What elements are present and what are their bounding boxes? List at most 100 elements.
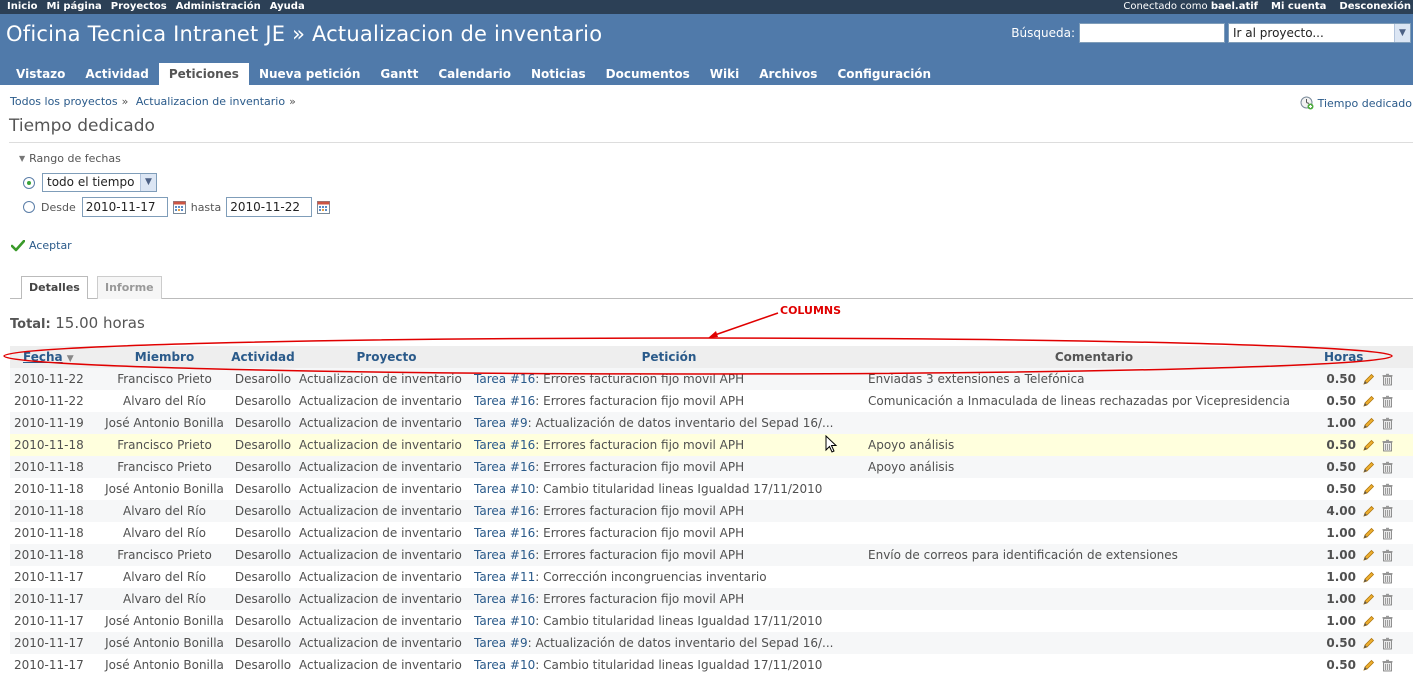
top-link-help[interactable]: Ayuda bbox=[270, 0, 305, 14]
tab-settings[interactable]: Configuración bbox=[827, 63, 941, 85]
edit-pencil-icon[interactable] bbox=[1362, 439, 1375, 452]
col-hours[interactable]: Horas bbox=[1324, 346, 1363, 368]
chevron-down-icon[interactable]: ▼ bbox=[1394, 24, 1410, 42]
edit-pencil-icon[interactable] bbox=[1362, 505, 1375, 518]
issue-link[interactable]: Tarea #10 bbox=[474, 658, 535, 672]
col-member[interactable]: Miembro bbox=[102, 346, 227, 368]
delete-trash-icon[interactable] bbox=[1381, 527, 1394, 540]
col-issue[interactable]: Petición bbox=[474, 346, 864, 368]
breadcrumb-project[interactable]: Actualizacion de inventario bbox=[136, 95, 285, 108]
tab-issues[interactable]: Peticiones bbox=[158, 63, 249, 85]
delete-trash-icon[interactable] bbox=[1381, 549, 1394, 562]
delete-trash-icon[interactable] bbox=[1381, 571, 1394, 584]
delete-trash-icon[interactable] bbox=[1381, 637, 1394, 650]
cell-project[interactable]: Actualizacion de inventario bbox=[299, 588, 474, 610]
delete-trash-icon[interactable] bbox=[1381, 417, 1394, 430]
issue-link[interactable]: Tarea #16 bbox=[474, 548, 535, 562]
calendar-icon[interactable] bbox=[317, 200, 331, 214]
to-date-input[interactable]: 2010-11-22 bbox=[226, 197, 313, 217]
tab-calendar[interactable]: Calendario bbox=[428, 63, 521, 85]
tab-gantt[interactable]: Gantt bbox=[370, 63, 428, 85]
edit-pencil-icon[interactable] bbox=[1362, 659, 1375, 672]
breadcrumb-all-projects[interactable]: Todos los proyectos bbox=[10, 95, 118, 108]
cell-project[interactable]: Actualizacion de inventario bbox=[299, 390, 474, 412]
issue-link[interactable]: Tarea #11 bbox=[474, 570, 535, 584]
collapse-triangle-icon[interactable]: ▼ bbox=[19, 154, 25, 163]
issue-link[interactable]: Tarea #9 bbox=[474, 416, 528, 430]
cell-project[interactable]: Actualizacion de inventario bbox=[299, 610, 474, 632]
edit-pencil-icon[interactable] bbox=[1362, 615, 1375, 628]
tab-news[interactable]: Noticias bbox=[521, 63, 596, 85]
delete-trash-icon[interactable] bbox=[1381, 483, 1394, 496]
chevron-down-icon[interactable]: ▼ bbox=[140, 174, 156, 191]
edit-pencil-icon[interactable] bbox=[1362, 373, 1375, 386]
issue-link[interactable]: Tarea #10 bbox=[474, 482, 535, 496]
top-link-administration[interactable]: Administración bbox=[176, 0, 261, 14]
cell-project[interactable]: Actualizacion de inventario bbox=[299, 632, 474, 654]
edit-pencil-icon[interactable] bbox=[1362, 549, 1375, 562]
search-input[interactable] bbox=[1079, 23, 1225, 43]
cell-project[interactable]: Actualizacion de inventario bbox=[299, 368, 474, 390]
cell-project[interactable]: Actualizacion de inventario bbox=[299, 522, 474, 544]
tab-overview[interactable]: Vistazo bbox=[6, 63, 75, 85]
from-date-input[interactable]: 2010-11-17 bbox=[81, 197, 168, 217]
delete-trash-icon[interactable] bbox=[1381, 615, 1394, 628]
delete-trash-icon[interactable] bbox=[1381, 593, 1394, 606]
cell-project[interactable]: Actualizacion de inventario bbox=[299, 500, 474, 522]
tab-documents[interactable]: Documentos bbox=[596, 63, 700, 85]
delete-trash-icon[interactable] bbox=[1381, 505, 1394, 518]
edit-pencil-icon[interactable] bbox=[1362, 637, 1375, 650]
tab-new-issue[interactable]: Nueva petición bbox=[249, 63, 370, 85]
edit-pencil-icon[interactable] bbox=[1362, 571, 1375, 584]
delete-trash-icon[interactable] bbox=[1381, 439, 1394, 452]
cell-project[interactable]: Actualizacion de inventario bbox=[299, 544, 474, 566]
cell-project[interactable]: Actualizacion de inventario bbox=[299, 434, 474, 456]
logout-link[interactable]: Desconexión bbox=[1339, 0, 1411, 14]
issue-link[interactable]: Tarea #16 bbox=[474, 592, 535, 606]
tab-files[interactable]: Archivos bbox=[749, 63, 827, 85]
delete-trash-icon[interactable] bbox=[1381, 395, 1394, 408]
issue-link[interactable]: Tarea #16 bbox=[474, 504, 535, 518]
period-select[interactable]: todo el tiempo ▼ bbox=[42, 173, 157, 192]
issue-link[interactable]: Tarea #9 bbox=[474, 636, 528, 650]
col-date[interactable]: Fecha ▼ bbox=[10, 346, 102, 368]
col-activity[interactable]: Actividad bbox=[227, 346, 299, 368]
delete-trash-icon[interactable] bbox=[1381, 373, 1394, 386]
edit-pencil-icon[interactable] bbox=[1362, 483, 1375, 496]
top-link-projects[interactable]: Proyectos bbox=[111, 0, 167, 14]
cell-project[interactable]: Actualizacion de inventario bbox=[299, 654, 474, 676]
issue-link[interactable]: Tarea #16 bbox=[474, 526, 535, 540]
col-project[interactable]: Proyecto bbox=[299, 346, 474, 368]
cell-project[interactable]: Actualizacion de inventario bbox=[299, 478, 474, 500]
period-radio[interactable] bbox=[23, 176, 35, 189]
accept-button[interactable]: Aceptar bbox=[11, 239, 72, 252]
tab-details[interactable]: Detalles bbox=[21, 276, 88, 299]
date-range-legend[interactable]: ▼ Rango de fechas bbox=[19, 152, 121, 165]
issue-link[interactable]: Tarea #16 bbox=[474, 372, 535, 386]
issue-link[interactable]: Tarea #10 bbox=[474, 614, 535, 628]
edit-pencil-icon[interactable] bbox=[1362, 461, 1375, 474]
delete-trash-icon[interactable] bbox=[1381, 461, 1394, 474]
tab-report[interactable]: Informe bbox=[97, 276, 162, 299]
edit-pencil-icon[interactable] bbox=[1362, 527, 1375, 540]
cell-project[interactable]: Actualizacion de inventario bbox=[299, 456, 474, 478]
top-link-home[interactable]: Inicio bbox=[7, 0, 38, 14]
issue-link[interactable]: Tarea #16 bbox=[474, 394, 535, 408]
top-link-my-page[interactable]: Mi página bbox=[47, 0, 102, 14]
tab-wiki[interactable]: Wiki bbox=[700, 63, 749, 85]
issue-link[interactable]: Tarea #16 bbox=[474, 460, 535, 474]
edit-pencil-icon[interactable] bbox=[1362, 593, 1375, 606]
time-spent-link[interactable]: Tiempo dedicado bbox=[1300, 96, 1412, 110]
cell-project[interactable]: Actualizacion de inventario bbox=[299, 566, 474, 588]
calendar-icon[interactable] bbox=[172, 200, 186, 214]
edit-pencil-icon[interactable] bbox=[1362, 417, 1375, 430]
delete-trash-icon[interactable] bbox=[1381, 659, 1394, 672]
project-jump-select[interactable]: Ir al proyecto... ▼ bbox=[1228, 23, 1411, 43]
logged-user[interactable]: bael.atif bbox=[1211, 1, 1258, 12]
issue-link[interactable]: Tarea #16 bbox=[474, 438, 535, 452]
edit-pencil-icon[interactable] bbox=[1362, 395, 1375, 408]
range-radio[interactable] bbox=[23, 201, 35, 213]
tab-activity[interactable]: Actividad bbox=[75, 63, 158, 85]
my-account-link[interactable]: Mi cuenta bbox=[1271, 0, 1326, 14]
cell-project[interactable]: Actualizacion de inventario bbox=[299, 412, 474, 434]
